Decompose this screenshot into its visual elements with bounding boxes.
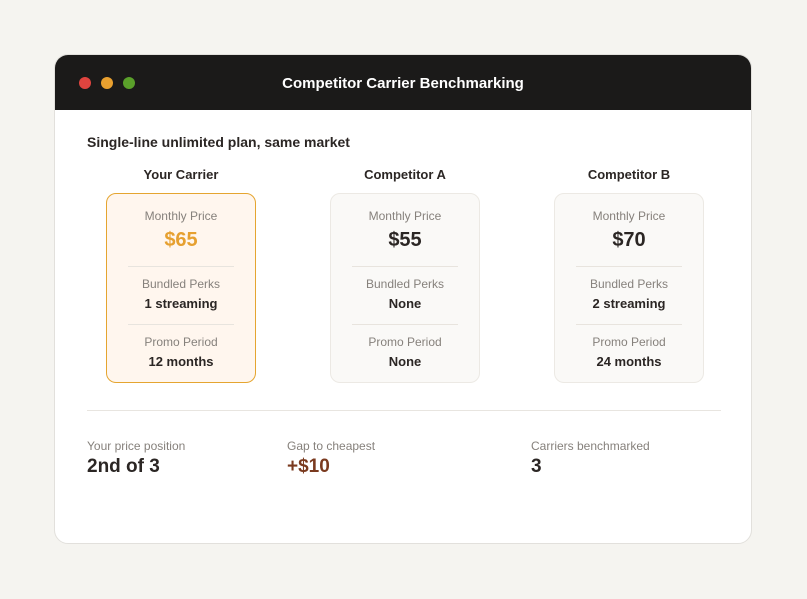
monthly-price-value: $55 [388, 229, 422, 251]
gap-to-cheapest-stat: Gap to cheapest +$10 [287, 439, 375, 478]
promo-period-label: Promo Period [368, 335, 442, 349]
carrier-column-your-carrier: Your Carrier Monthly Price $65 Bundled P… [106, 167, 256, 383]
carriers-benchmarked-label: Carriers benchmarked [531, 439, 650, 453]
title-bar: Competitor Carrier Benchmarking [55, 55, 751, 110]
price-position-stat: Your price position 2nd of 3 [87, 439, 185, 478]
carrier-column-competitor-a: Competitor A Monthly Price $55 Bundled P… [330, 167, 480, 383]
bundled-perks-value: 2 streaming [592, 296, 666, 311]
carrier-name: Your Carrier [143, 167, 219, 182]
promo-period-label: Promo Period [592, 335, 666, 349]
monthly-price-label: Monthly Price [144, 209, 218, 223]
divider [576, 324, 682, 325]
divider [576, 266, 682, 267]
promo-period-value: 12 months [148, 354, 214, 369]
carrier-name: Competitor B [587, 167, 671, 182]
bundled-perks-value: 1 streaming [144, 296, 218, 311]
carrier-card-competitor-a[interactable]: Monthly Price $55 Bundled Perks None Pro… [330, 193, 480, 383]
divider [128, 266, 234, 267]
monthly-price-label: Monthly Price [592, 209, 666, 223]
bundled-perks-label: Bundled Perks [141, 277, 221, 291]
plan-subtitle: Single-line unlimited plan, same market [87, 134, 350, 150]
carriers-benchmarked-value: 3 [531, 456, 542, 477]
monthly-price-label: Monthly Price [368, 209, 442, 223]
divider [352, 266, 458, 267]
section-divider [87, 410, 721, 411]
price-position-label: Your price position [87, 439, 186, 453]
promo-period-label: Promo Period [144, 335, 218, 349]
promo-period-value: 24 months [596, 354, 662, 369]
carrier-name: Competitor A [364, 167, 446, 182]
window-title: Competitor Carrier Benchmarking [282, 75, 524, 92]
monthly-price-value: $65 [164, 229, 198, 251]
bundled-perks-label: Bundled Perks [365, 277, 445, 291]
gap-to-cheapest-label: Gap to cheapest [287, 439, 376, 453]
monthly-price-value: $70 [612, 229, 646, 251]
bundled-perks-label: Bundled Perks [589, 277, 669, 291]
app-window: Competitor Carrier Benchmarking Single-l… [54, 54, 752, 544]
gap-to-cheapest-value: +$10 [287, 456, 330, 477]
bundled-perks-value: None [388, 296, 422, 311]
carrier-card-competitor-b[interactable]: Monthly Price $70 Bundled Perks 2 stream… [554, 193, 704, 383]
promo-period-value: None [388, 354, 422, 369]
carrier-card-your-carrier[interactable]: Monthly Price $65 Bundled Perks 1 stream… [106, 193, 256, 383]
divider [352, 324, 458, 325]
carrier-column-competitor-b: Competitor B Monthly Price $70 Bundled P… [554, 167, 704, 383]
carriers-benchmarked-stat: Carriers benchmarked 3 [531, 439, 650, 478]
price-position-value: 2nd of 3 [87, 456, 160, 477]
divider [128, 324, 234, 325]
